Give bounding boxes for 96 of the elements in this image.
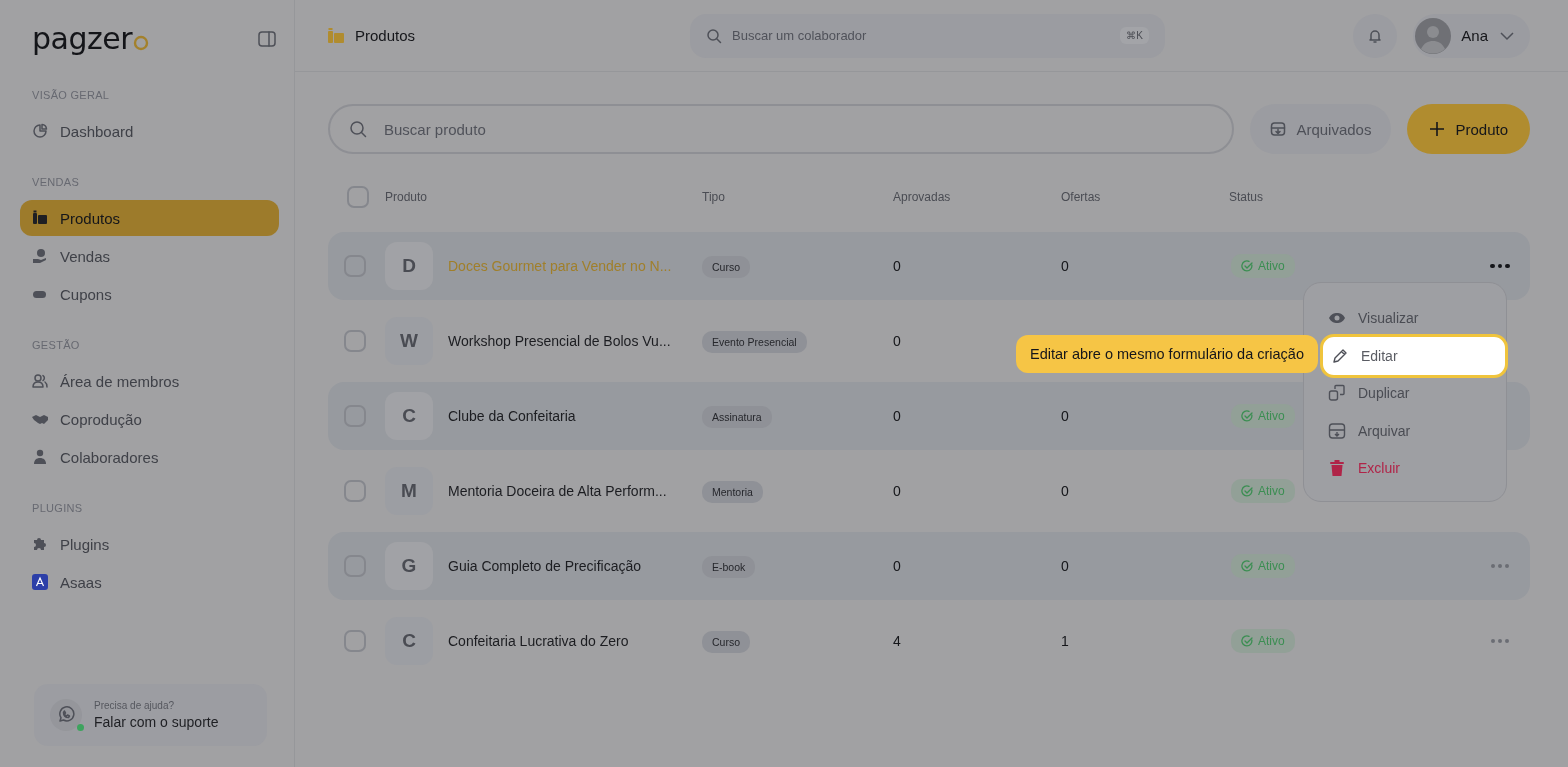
boxes-icon [327,26,345,45]
menu-item[interactable]: Editar [1320,333,1508,378]
sidebar-item[interactable]: Asaas [20,564,279,600]
search-icon [349,120,367,138]
check-circle-icon [1241,260,1253,272]
product-name[interactable]: Mentoria Doceira de Alta Perform... [448,483,702,499]
pie-chart-icon [32,123,48,139]
table-row[interactable]: D Doces Gourmet para Vender no N... Curso 0 0 Ativo [328,232,1530,300]
trash-icon [1328,459,1346,477]
boxes-icon [32,210,48,226]
avatar-icon [1415,17,1452,54]
table-cell-text: 0 [893,333,902,349]
check-circle-icon [1241,485,1253,497]
column-header: Produto [385,190,429,204]
logo-ring-icon [133,35,149,51]
help-hint: Precisa de ajuda? [94,700,176,711]
table-cell-text: 0 [1061,483,1070,499]
sidebar-item[interactable]: Coprodução [20,401,279,437]
select-all-checkbox[interactable] [347,186,369,208]
section-label: VENDAS [31,175,81,190]
menu-item[interactable]: Excluir [1318,453,1492,483]
archived-button[interactable]: Arquivados [1250,104,1392,154]
status-badge: Ativo [1231,254,1295,278]
product-avatar: D [385,242,433,290]
search-icon [706,27,722,44]
add-product-button[interactable]: Produto [1407,104,1530,154]
sidebar-item[interactable]: Dashboard [20,113,279,149]
table-cell-text: 0 [893,483,902,499]
row-checkbox[interactable] [344,480,366,502]
section-label: PLUGINS [31,501,84,516]
check-circle-icon [1241,410,1253,422]
archive-box-icon [1328,421,1346,440]
table-cell-text: 0 [893,558,902,574]
check-circle-icon [1241,635,1253,647]
table-cell-text: 0 [1061,558,1070,574]
row-checkbox[interactable] [344,630,366,652]
column-header: Status [1229,190,1265,204]
tooltip: Editar abre o mesmo formulário da criação [1016,335,1318,373]
product-avatar: W [385,317,433,365]
copy-icon [1328,384,1346,402]
table-cell-text: 0 [893,408,902,424]
section-label: VISÃO GERAL [31,88,111,103]
person-icon [32,449,48,465]
product-avatar: C [385,617,433,665]
product-avatar: C [385,392,433,440]
sidebar-item[interactable]: Cupons [20,276,279,312]
hand-coin-icon [32,248,48,264]
type-tag: E-book [702,556,756,578]
plus-icon [1429,121,1446,137]
app-logo-icon [32,574,48,590]
logo-text: pagzer [32,24,132,54]
type-tag: Curso [702,256,750,278]
table-cell-text: 0 [1061,408,1070,424]
sidebar-item[interactable]: Vendas [20,238,279,274]
archive-box-icon [1270,121,1287,137]
user-menu[interactable]: Ana [1413,13,1530,58]
status-badge: Ativo [1231,554,1295,578]
type-tag: Curso [702,631,750,653]
table-cell-text: 1 [1061,633,1070,649]
chat-phone-icon [57,706,75,724]
column-header: Ofertas [1061,190,1102,204]
sidebar-toggle-icon [258,30,276,48]
row-checkbox[interactable] [344,330,366,352]
support-card[interactable]: Precisa de ajuda? Falar com o suporte [34,684,267,746]
product-avatar: G [385,542,433,590]
sidebar-item[interactable]: Produtos [20,200,279,236]
users-icon [32,373,48,389]
menu-item[interactable]: Visualizar [1318,303,1492,333]
table-cell-text: 0 [893,258,902,274]
product-name[interactable]: Guia Completo de Precificação [448,558,702,574]
status-badge: Ativo [1231,479,1295,503]
check-circle-icon [1241,560,1253,572]
section-label: GESTÃO [31,338,81,353]
product-avatar: M [385,467,433,515]
sidebar-item[interactable]: Colaboradores [20,439,279,475]
status-badge: Ativo [1231,404,1295,428]
type-tag: Evento Presencial [702,331,807,353]
table-cell-text: 4 [893,633,902,649]
table-row[interactable]: G Guia Completo de Precificação E-book 0 0 Ativo [328,532,1530,600]
bell-icon [1367,27,1384,44]
sidebar-item[interactable]: Plugins [20,526,279,562]
menu-item[interactable]: Arquivar [1318,415,1492,446]
column-header: Aprovadas [893,190,952,204]
product-name[interactable]: Clube da Confeitaria [448,408,702,424]
puzzle-icon [32,536,48,552]
product-name[interactable]: Confeitaria Lucrativa do Zero [448,633,702,649]
page-title: Produtos [355,27,416,44]
type-tag: Assinatura [702,406,772,428]
product-search-field[interactable]: Buscar produto [328,104,1235,154]
status-badge: Ativo [1231,629,1295,653]
column-header: Tipo [702,190,726,204]
table-cell-text: 0 [1061,258,1070,274]
type-tag: Mentoria [702,481,763,503]
support-link: Falar com o suporte [94,714,219,730]
product-name[interactable]: Workshop Presencial de Bolos Vu... [448,333,702,349]
sidebar-item[interactable]: Área de membros [20,363,279,399]
